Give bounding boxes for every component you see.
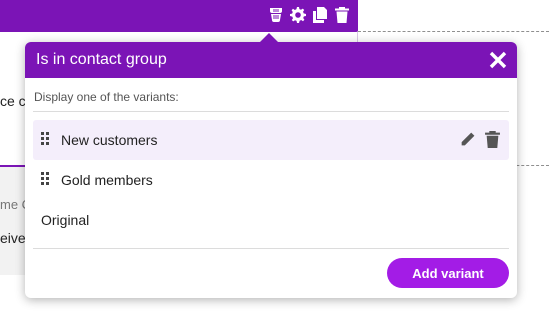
add-variant-button[interactable]: Add variant — [387, 258, 509, 288]
background-text-fragment: eive — [0, 230, 26, 246]
trash-icon[interactable] — [334, 7, 350, 23]
copy-icon[interactable] — [312, 7, 328, 23]
gear-icon[interactable] — [290, 7, 306, 23]
close-icon[interactable] — [487, 49, 509, 71]
background-text-fragment: ce c — [0, 93, 26, 109]
variant-label: Gold members — [61, 172, 153, 188]
popover-header: Is in contact group — [25, 42, 517, 78]
drag-handle-icon[interactable] — [41, 172, 49, 186]
drag-handle-icon[interactable] — [41, 132, 49, 146]
variant-label: New customers — [61, 132, 158, 148]
trash-icon[interactable] — [484, 131, 501, 148]
popover-subtitle: Display one of the variants: — [34, 90, 179, 104]
variant-row-original[interactable]: Original — [33, 200, 509, 240]
edit-icon[interactable] — [459, 131, 476, 148]
contact-group-popover: Is in contact group Display one of the v… — [25, 33, 517, 298]
divider — [33, 111, 509, 112]
personalize-icon[interactable] — [268, 7, 284, 23]
variant-row[interactable]: Gold members — [33, 160, 509, 200]
popover-title: Is in contact group — [36, 51, 167, 68]
variant-row[interactable]: New customers — [33, 120, 509, 160]
dashed-guide-top — [358, 31, 549, 32]
widget-toolbar — [0, 0, 358, 32]
variant-label: Original — [41, 212, 90, 228]
divider — [33, 248, 509, 249]
